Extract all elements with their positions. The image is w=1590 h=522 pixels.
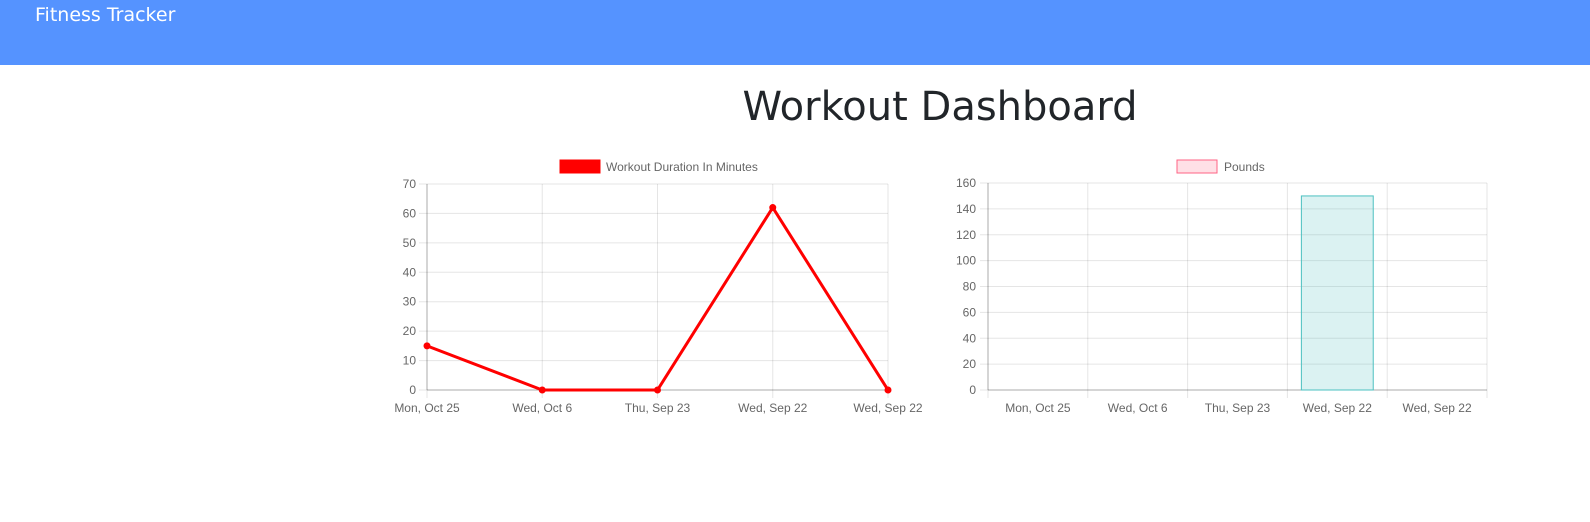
x-tick-label: Wed, Sep 22: [738, 401, 807, 415]
x-tick-label: Thu, Sep 23: [1205, 401, 1271, 415]
y-tick-label: 30: [403, 295, 417, 309]
legend-label-pounds: Pounds: [1224, 160, 1265, 174]
x-tick-label: Wed, Sep 22: [1303, 401, 1372, 415]
bar-chart-legend: Pounds: [1176, 159, 1265, 174]
x-tick-label: Thu, Sep 23: [625, 401, 691, 415]
y-tick-label: 0: [969, 383, 976, 397]
y-tick-label: 40: [963, 331, 977, 345]
y-tick-label: 0: [409, 383, 416, 397]
x-tick-label: Wed, Oct 6: [1108, 401, 1168, 415]
y-tick-label: 10: [403, 354, 417, 368]
y-tick-label: 60: [403, 206, 417, 220]
workout-duration-data-point: [884, 386, 892, 394]
x-tick-label: Mon, Oct 25: [1005, 401, 1071, 415]
workout-duration-data-point: [423, 342, 431, 350]
y-tick-label: 120: [956, 228, 976, 242]
navbar: Fitness Tracker: [0, 0, 1590, 65]
x-tick-label: Wed, Oct 6: [512, 401, 572, 415]
x-tick-label: Wed, Sep 22: [853, 401, 922, 415]
y-tick-label: 140: [956, 202, 976, 216]
x-tick-label: Mon, Oct 25: [394, 401, 460, 415]
line-chart-legend: Workout Duration In Minutes: [559, 159, 758, 174]
x-tick-label: Wed, Sep 22: [1403, 401, 1472, 415]
workout-duration-data-point: [654, 386, 661, 394]
legend-swatch-pounds: [1176, 159, 1218, 174]
pounds-bar: [1300, 195, 1374, 391]
y-tick-label: 80: [963, 280, 977, 294]
y-tick-label: 40: [403, 265, 417, 279]
navbar-brand-link[interactable]: Fitness Tracker: [35, 3, 175, 27]
legend-label-workout-duration: Workout Duration In Minutes: [606, 160, 758, 174]
y-tick-label: 20: [403, 324, 417, 338]
y-tick-label: 160: [956, 176, 976, 190]
pounds-bar-chart: Pounds 0 20 40 60 80 100 120 140 160 Mon, Oct 25 We…: [940, 150, 1490, 430]
y-tick-label: 50: [403, 236, 417, 250]
y-tick-label: 100: [956, 254, 976, 268]
legend-swatch-workout-duration: [559, 159, 601, 174]
pounds-chart-svg: Pounds 0 20 40 60 80 100 120 140 160 Mon, Oct 25 We…: [956, 159, 1488, 415]
workout-duration-line-chart: Workout Duration In Minutes 0 10 20 30 40 50 60…: [380, 150, 940, 430]
workout-duration-data-point: [538, 386, 546, 394]
y-tick-label: 70: [403, 177, 417, 191]
y-tick-label: 20: [963, 357, 977, 371]
workout-duration-data-point: [769, 204, 777, 212]
page-title: Workout Dashboard: [742, 84, 1138, 130]
workout-duration-chart-svg: Workout Duration In Minutes 0 10 20 30 40 50 60…: [394, 159, 923, 415]
y-tick-label: 60: [963, 305, 977, 319]
